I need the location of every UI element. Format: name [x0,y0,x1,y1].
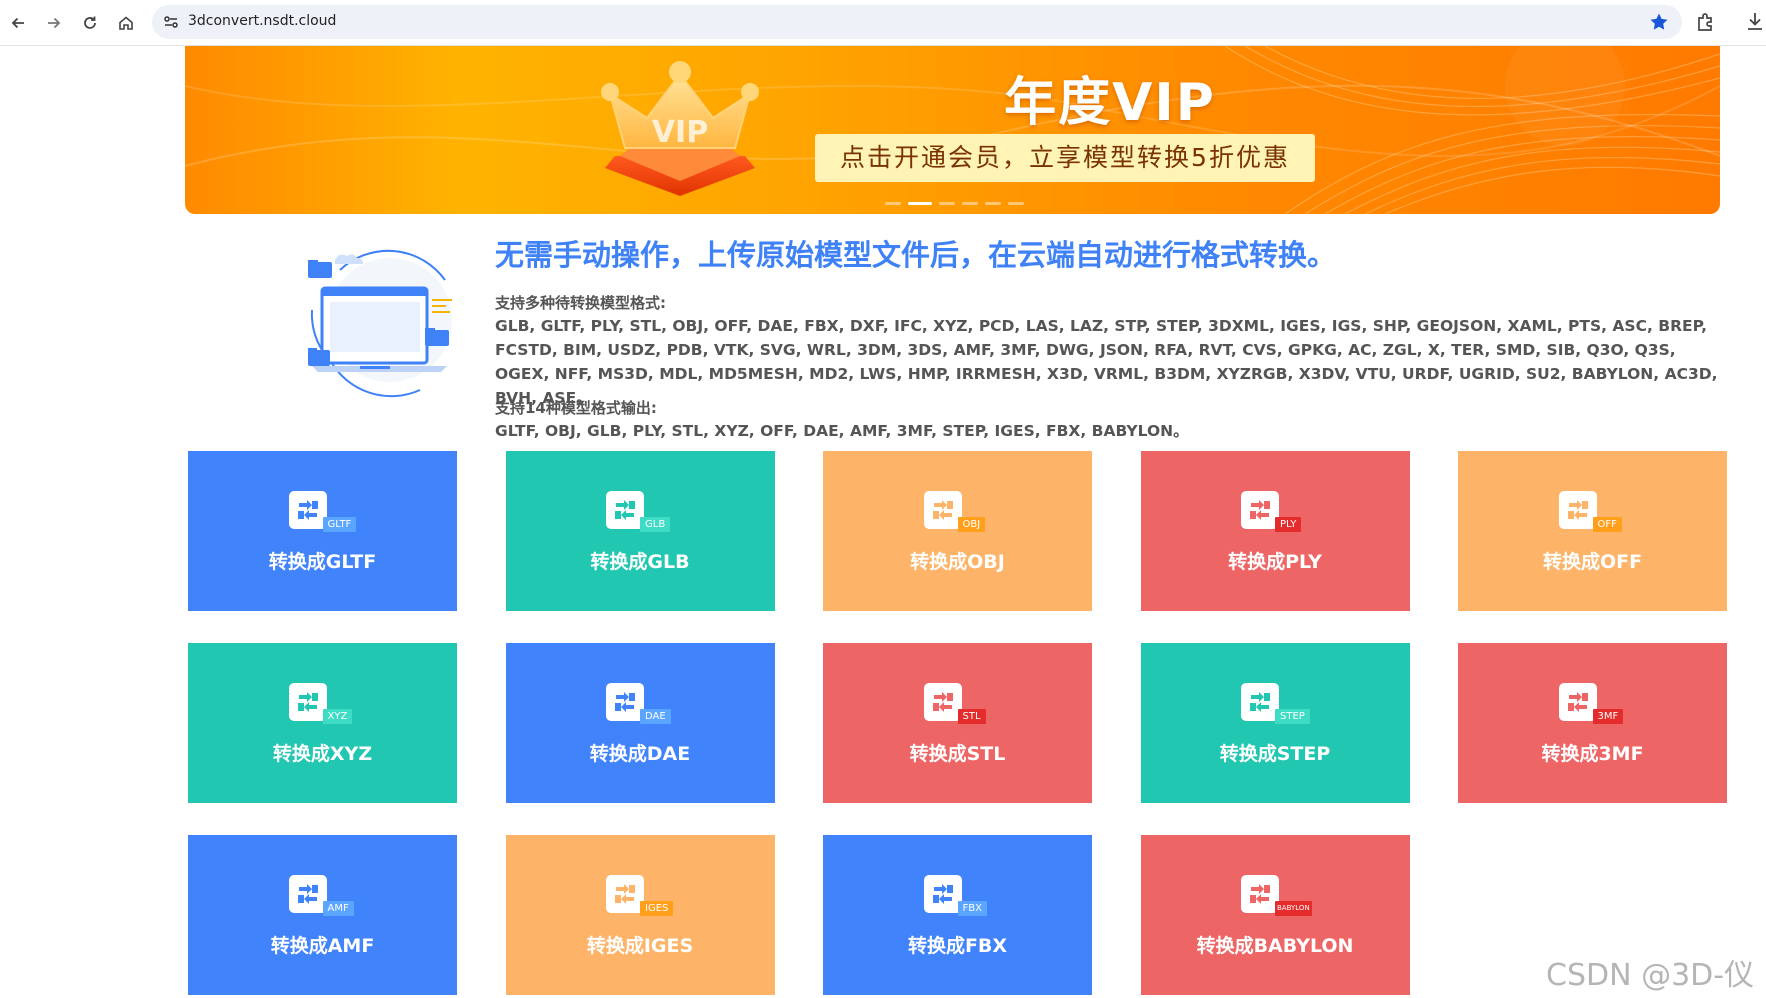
convert-card-label: 转换成STL [909,743,1006,765]
cloud-conversion-illustration [308,249,452,398]
convert-card-label: 转换成PLY [1228,551,1322,573]
convert-card-label: 转换成BABYLON [1196,935,1354,957]
convert-icon [288,491,327,529]
format-badge: FBX [957,901,987,916]
arrow-right-icon [48,17,61,29]
convert-icon [923,683,962,721]
back-button[interactable] [4,9,32,37]
format-badge: XYZ [322,709,353,724]
format-badge: OBJ [957,517,986,532]
input-formats-label: 支持多种待转换模型格式: [495,294,666,312]
convert-icon [606,683,644,721]
output-formats-label: 支持14种模型格式输出: [495,399,657,417]
format-badge: STL [957,709,986,724]
convert-card-xyz[interactable]: XYZ 转换成XYZ [188,643,457,803]
convert-card-label: 转换成OFF [1542,551,1643,573]
convert-card-label: 转换成OBJ [910,551,1005,573]
convert-icon [923,491,962,529]
format-badge: DAE [640,709,671,724]
convert-icon [288,875,327,913]
url-text[interactable]: 3dconvert.nsdt.cloud [188,13,336,29]
convert-icon [1558,683,1597,721]
intro-title: 无需手动操作，上传原始模型文件后，在云端自动进行格式转换。 [495,238,1337,272]
banner-waves-decoration [185,46,1720,214]
convert-card-iges[interactable]: IGES 转换成IGES [505,835,775,995]
convert-card-ply[interactable]: PLY 转换成PLY [1140,451,1410,611]
carousel-dot[interactable] [962,202,978,205]
banner-title: 年度VIP [1004,73,1216,133]
home-icon [119,16,133,30]
format-badge: GLTF [322,517,357,532]
convert-icon [1241,683,1279,721]
convert-icon [606,491,644,529]
convert-card-babylon[interactable]: BABYLON 转换成BABYLON [1140,835,1410,995]
download-icon[interactable] [1744,10,1766,34]
home-button[interactable] [112,9,140,37]
site-settings-icon[interactable] [162,13,180,31]
convert-card-stl[interactable]: STL 转换成STL [823,643,1092,803]
carousel-dot[interactable] [1008,202,1024,205]
reload-icon [84,16,96,29]
convert-icon [606,875,644,913]
convert-icon [923,875,962,913]
format-badge: BABYLON [1275,901,1312,916]
convert-icon [1241,491,1279,529]
carousel-indicators [885,192,1031,210]
watermark: CSDN @3D-仪 [1546,958,1755,993]
convert-card-amf[interactable]: AMF 转换成AMF [188,835,457,995]
bookmark-star-icon[interactable] [1648,11,1670,33]
convert-card-label: 转换成IGES [586,935,694,957]
format-badge: PLY [1275,517,1302,532]
convert-card-obj[interactable]: OBJ 转换成OBJ [823,451,1092,611]
reload-button[interactable] [76,9,104,37]
extensions-icon[interactable] [1694,10,1718,34]
convert-card-label: 转换成GLB [590,551,690,573]
carousel-dot-active[interactable] [908,202,932,205]
format-badge: AMF [322,901,354,916]
format-badge: IGES [640,901,674,916]
format-badge: STEP [1275,709,1310,724]
browser-toolbar: 3dconvert.nsdt.cloud [0,0,1766,46]
carousel-dot[interactable] [939,202,955,205]
convert-card-label: 转换成3MF [1541,743,1644,765]
format-badge: GLB [640,517,671,532]
forward-button[interactable] [40,9,68,37]
vip-banner[interactable]: VIP 年度VIP 点击开通会员，立享模型转换5折优惠 [185,46,1720,214]
convert-card-label: 转换成AMF [270,935,375,957]
convert-icon [1558,491,1597,529]
format-badge: 3MF [1592,709,1624,724]
banner-subtitle[interactable]: 点击开通会员，立享模型转换5折优惠 [815,134,1315,182]
convert-card-label: 转换成XYZ [272,743,373,765]
vip-crown-icon: VIP [601,61,759,196]
convert-card-dae[interactable]: DAE 转换成DAE [505,643,775,803]
input-formats-list: GLB, GLTF, PLY, STL, OBJ, OFF, DAE, FBX,… [495,317,1718,407]
format-badge: OFF [1592,517,1622,532]
convert-card-label: 转换成STEP [1219,743,1331,765]
convert-card-off[interactable]: OFF 转换成OFF [1458,451,1727,611]
convert-card-glb[interactable]: GLB 转换成GLB [505,451,775,611]
convert-card-label: 转换成FBX [907,935,1008,957]
crown-vip-text: VIP [652,115,708,150]
convert-card-step[interactable]: STEP 转换成STEP [1140,643,1410,803]
convert-icon [1241,875,1279,913]
convert-card-gltf[interactable]: GLTF 转换成GLTF [188,451,457,611]
output-formats-list: GLTF, OBJ, GLB, PLY, STL, XYZ, OFF, DAE,… [495,422,1189,440]
convert-card-3mf[interactable]: 3MF 转换成3MF [1458,643,1727,803]
convert-icon [288,683,327,721]
carousel-dot[interactable] [985,202,1001,205]
convert-card-label: 转换成GLTF [268,551,377,573]
convert-card-fbx[interactable]: FBX 转换成FBX [823,835,1092,995]
arrow-left-icon [11,17,24,29]
carousel-dot[interactable] [885,202,901,205]
convert-card-label: 转换成DAE [589,743,691,765]
address-bar[interactable]: 3dconvert.nsdt.cloud [152,5,1682,39]
